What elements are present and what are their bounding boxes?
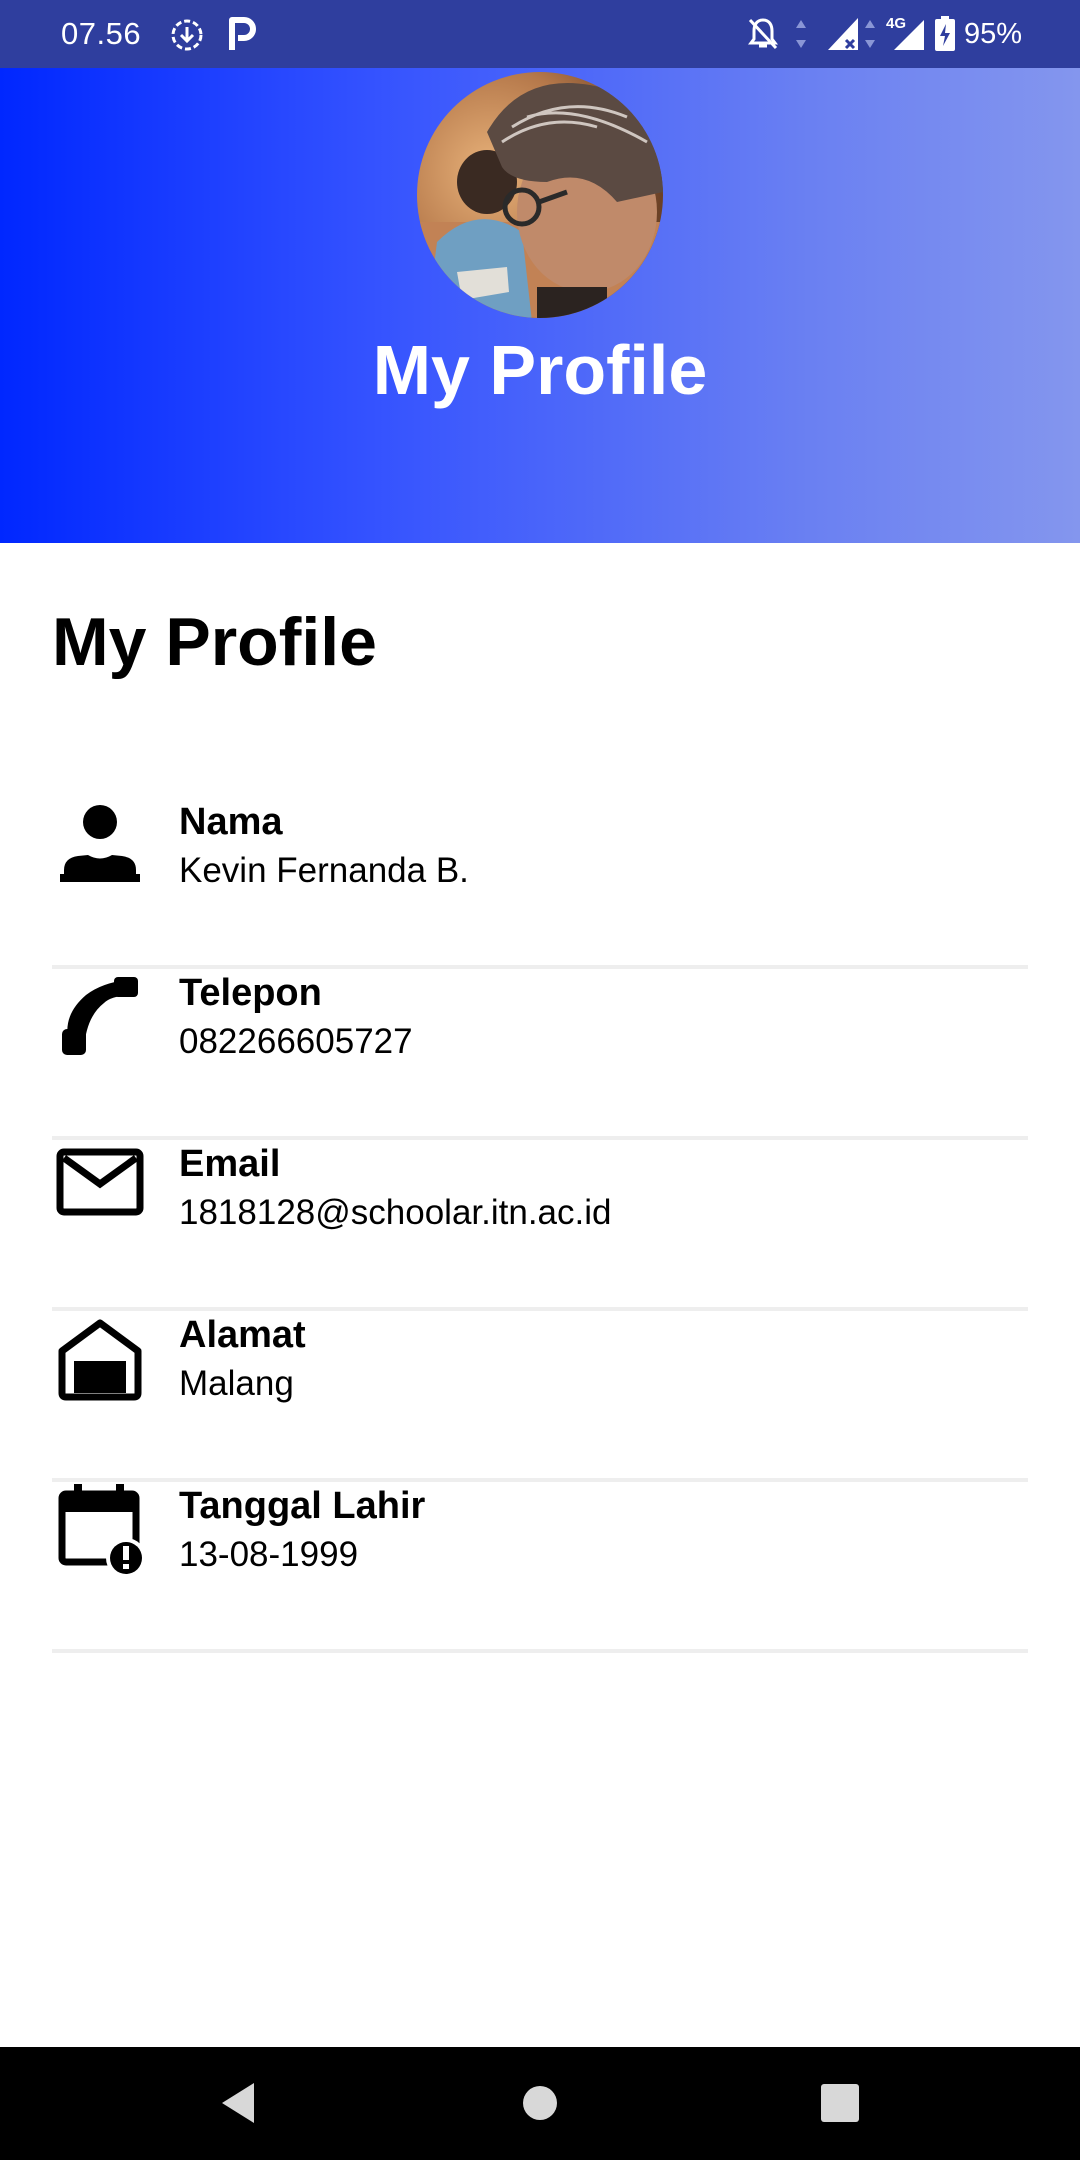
recents-square-icon [821,2084,859,2122]
download-icon [171,19,203,51]
person-icon [60,805,140,882]
network-label: 4G [886,15,906,32]
battery-percentage: 95% [964,18,1023,50]
header-title: My Profile [372,331,708,409]
data-arrows-icon [865,20,875,48]
alamat-value: Malang [179,1364,294,1403]
notifications-off-icon [748,18,778,50]
telepon-label: Telepon [179,972,322,1014]
signal-icon [828,18,858,50]
tanggal-lahir-label: Tanggal Lahir [179,1485,426,1527]
navigation-bar [0,2047,1080,2160]
calendar-alert-icon [58,1484,146,1578]
avatar [417,72,663,318]
email-icon [56,1148,144,1216]
tanggal-lahir-value: 13-08-1999 [179,1535,359,1574]
recents-button[interactable] [810,2073,870,2133]
profile-header: My Profile [0,68,1080,543]
profile-row-tanggal-lahir: Tanggal Lahir 13-08-1999 [52,1482,1028,1653]
profile-row-nama: Nama Kevin Fernanda B. [52,798,1028,969]
alamat-label: Alamat [179,1314,306,1356]
battery-charging-icon [935,16,955,51]
telepon-value: 082266605727 [179,1022,413,1061]
email-label: Email [179,1143,281,1185]
page-title: My Profile [52,604,377,680]
back-button[interactable] [208,2073,268,2133]
profile-row-telepon: Telepon 082266605727 [52,969,1028,1140]
phone-icon [62,977,138,1055]
status-time: 07.56 [61,16,142,51]
back-icon [222,2083,254,2123]
profile-row-email: Email 1818128@schoolar.itn.ac.id [52,1140,1028,1311]
nama-label: Nama [179,801,283,843]
row-divider [52,1649,1028,1653]
parking-icon [229,17,256,50]
email-value: 1818128@schoolar.itn.ac.id [179,1193,612,1232]
signal-4g-icon: 4G [886,15,924,50]
profile-row-alamat: Alamat Malang [52,1311,1028,1482]
status-bar: 07.56 4G 95% [0,0,1080,68]
home-icon [58,1319,142,1401]
home-button[interactable] [510,2073,570,2133]
home-circle-icon [523,2086,557,2120]
data-arrows-icon [796,20,806,48]
nama-value: Kevin Fernanda B. [179,851,469,890]
